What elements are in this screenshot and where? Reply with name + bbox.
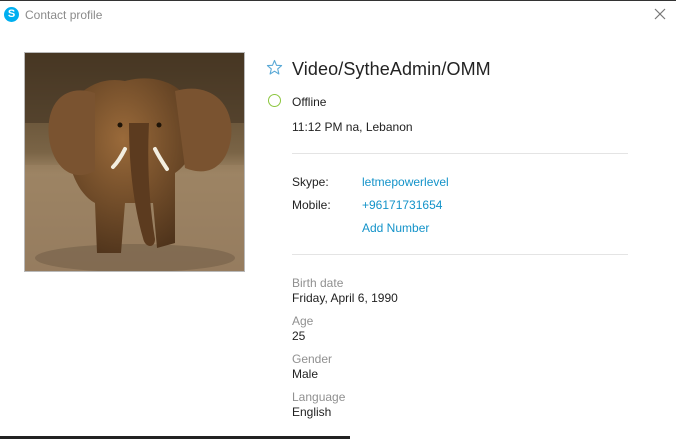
mobile-number-link[interactable]: +96171731654 (362, 198, 442, 212)
gender-value: Male (292, 367, 319, 381)
window-title: Contact profile (25, 8, 103, 22)
contact-display-name: Video/SytheAdmin/OMM (292, 59, 491, 79)
mobile-label: Mobile: (292, 198, 331, 212)
skype-name-link[interactable]: letmepowerlevel (362, 175, 449, 189)
birth-date-value: Friday, April 6, 1990 (292, 291, 398, 305)
status-text: Offline (292, 95, 327, 109)
close-icon[interactable] (652, 6, 668, 22)
status-circle-icon (268, 94, 281, 107)
birth-date-label: Birth date (292, 276, 344, 290)
title-bar: S Contact profile (0, 1, 676, 29)
divider (292, 153, 628, 154)
add-number-link[interactable]: Add Number (362, 221, 429, 235)
profile-picture (24, 52, 245, 272)
contact-profile-window: S Contact profile Video/SytheAdmin/OMM O… (0, 0, 676, 439)
star-icon[interactable] (266, 59, 283, 76)
gender-label: Gender (292, 352, 333, 366)
divider (292, 254, 628, 255)
language-label: Language (292, 390, 346, 404)
skype-icon: S (4, 7, 19, 22)
age-label: Age (292, 314, 314, 328)
language-value: English (292, 405, 332, 419)
age-value: 25 (292, 329, 306, 343)
skype-label: Skype: (292, 175, 329, 189)
local-time: 11:12 PM na, Lebanon (292, 120, 413, 134)
